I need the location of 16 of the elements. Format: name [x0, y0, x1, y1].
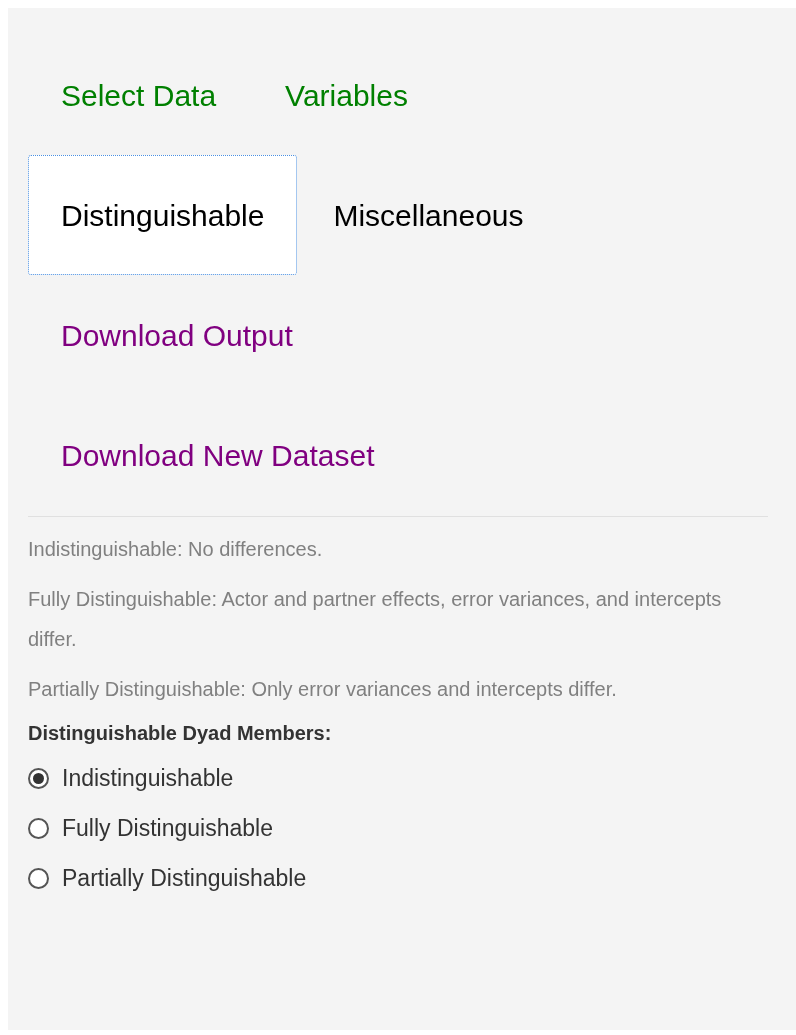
radio-button[interactable]: [28, 867, 49, 889]
radio-label: Fully Distinguishable: [62, 813, 273, 843]
radio-button[interactable]: [28, 817, 49, 839]
radio-label: Indistinguishable: [62, 763, 234, 793]
nav-tab[interactable]: Miscellaneous: [300, 155, 557, 275]
nav-tab[interactable]: Download New Dataset: [28, 395, 408, 515]
nav-tab[interactable]: Download Output: [28, 275, 326, 395]
nav-tab[interactable]: Select Data: [28, 35, 250, 155]
help-text: Fully Distinguishable: Actor and partner effects, error variances, and intercepts differ.: [28, 587, 723, 652]
radio-group-label: Distinguishable Dyad Members:: [28, 721, 333, 746]
help-text: Partially Distinguishable: Only error variances and intercepts differ.: [28, 677, 618, 702]
radio-label: Partially Distinguishable: [62, 863, 307, 893]
radio-button[interactable]: [28, 767, 49, 789]
nav-tab[interactable]: Distinguishable: [28, 155, 298, 275]
help-text: Indistinguishable: No differences.: [28, 537, 324, 562]
nav-tab[interactable]: Variables: [252, 35, 441, 155]
